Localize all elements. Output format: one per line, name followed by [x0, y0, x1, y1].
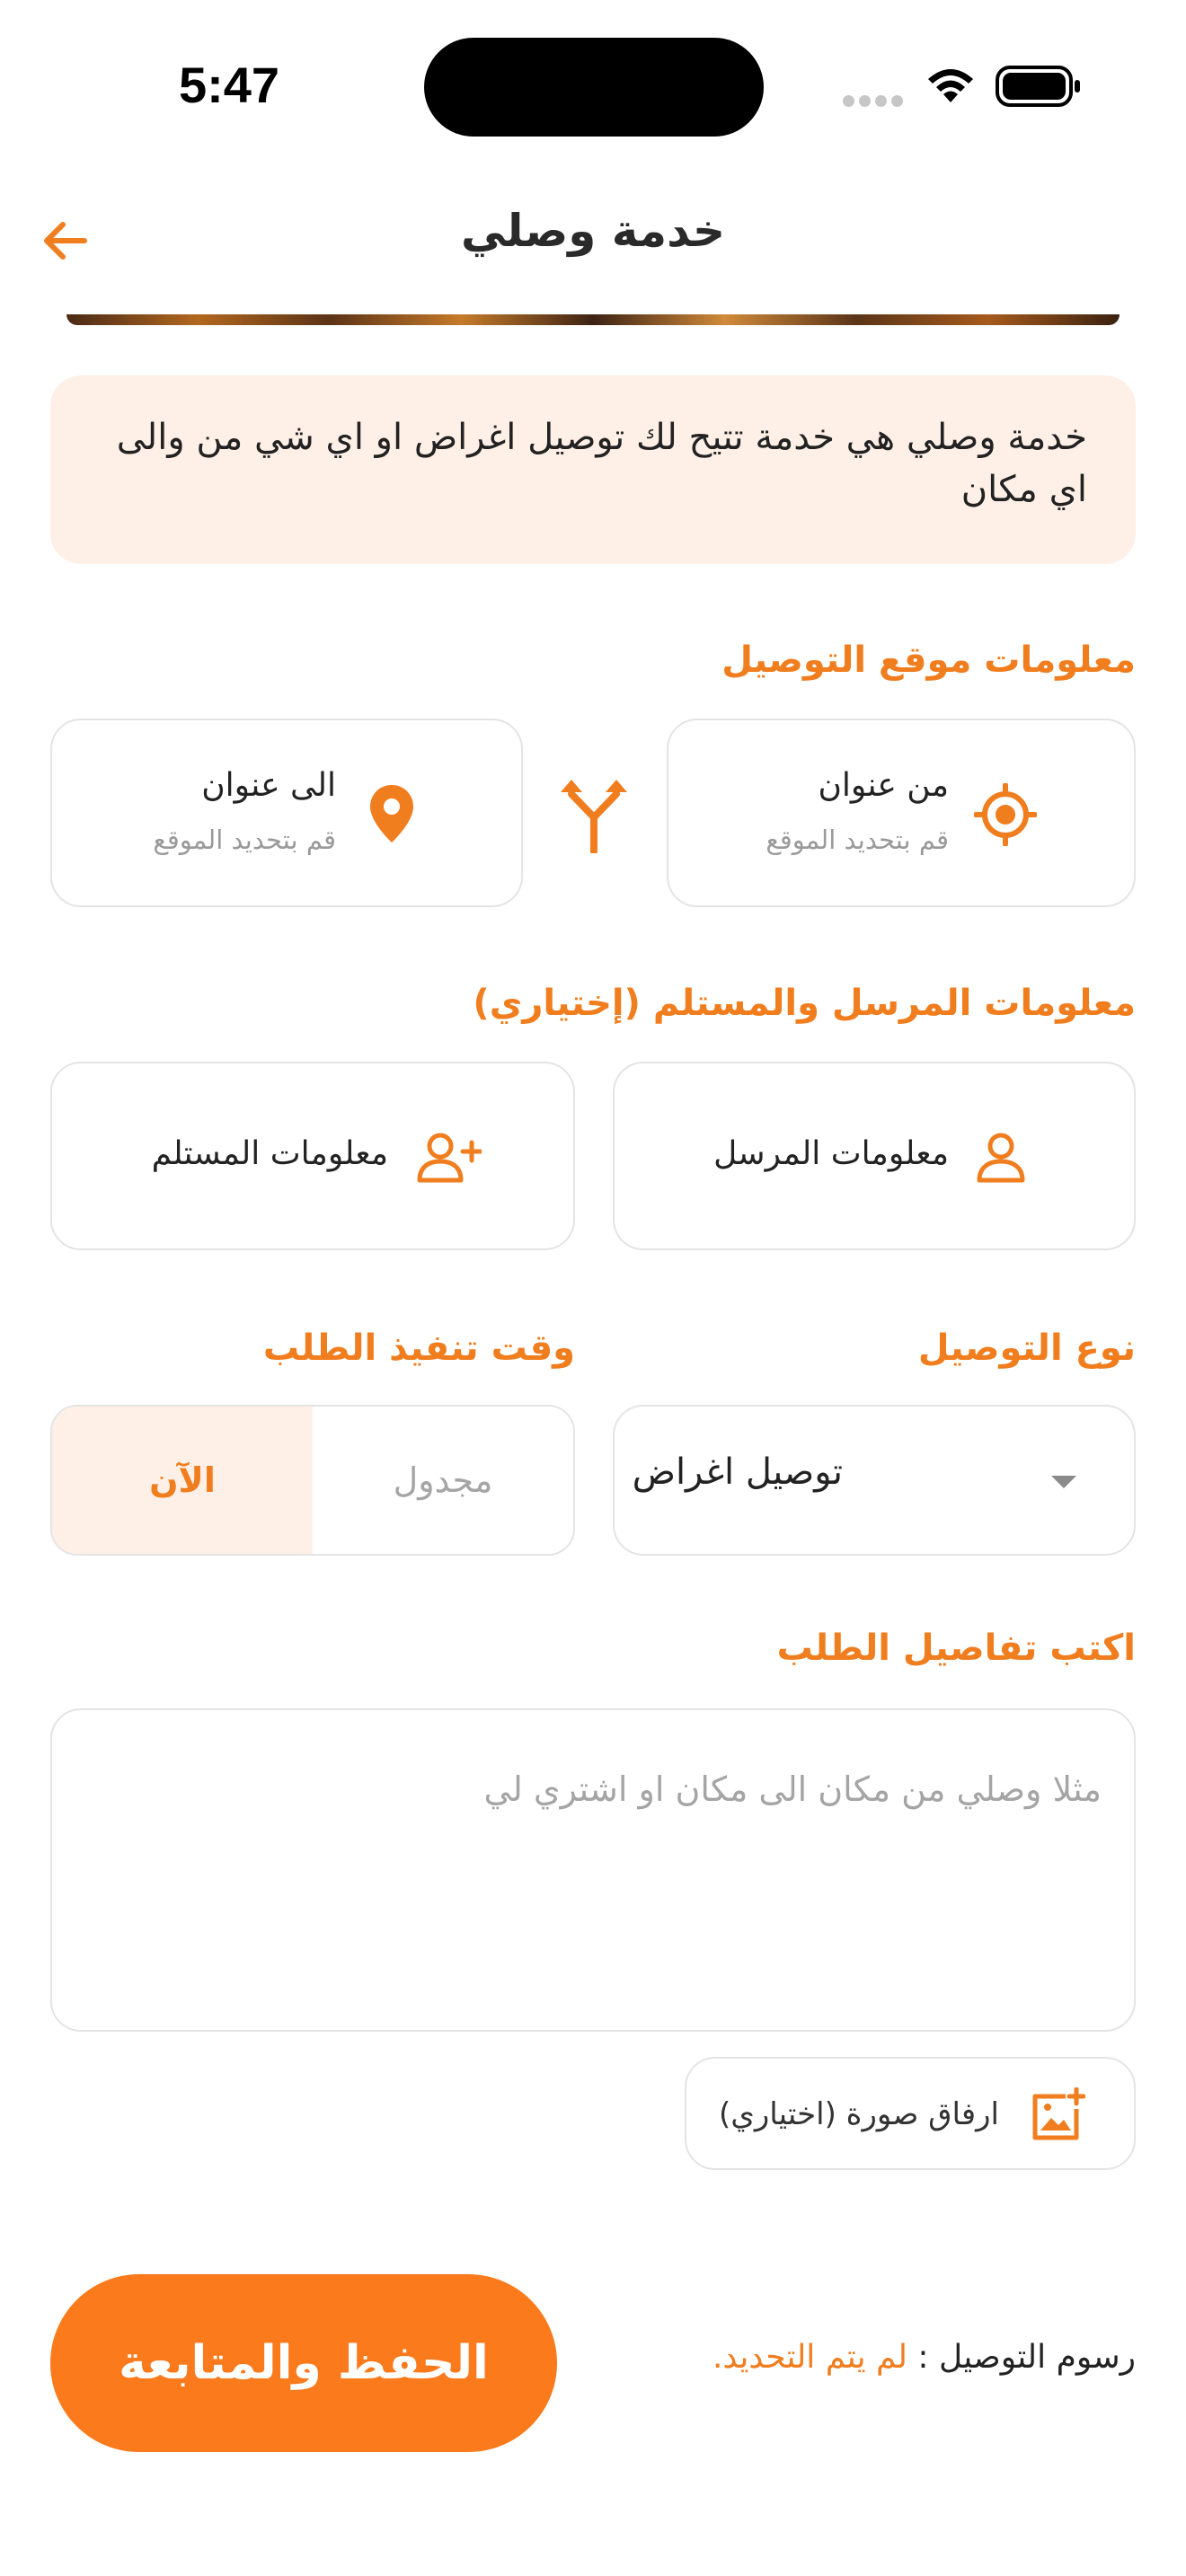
status-time: 5:47 [178, 57, 280, 113]
delivery-type-select[interactable]: توصيل اغراض [613, 1405, 1136, 1556]
user-plus-icon [417, 1133, 482, 1183]
timing-now-option[interactable]: الآن [52, 1407, 313, 1554]
details-label: اكتب تفاصيل الطلب [776, 1628, 1136, 1669]
info-box: خدمة وصلي هي خدمة تتيح لك توصيل اغراض او… [50, 375, 1136, 564]
dynamic-island [424, 38, 764, 137]
sender-info-card[interactable]: معلومات المرسل [613, 1062, 1136, 1250]
cellular-signal-icon [843, 93, 907, 110]
to-address-card[interactable]: الى عنوان قم بتحديد الموقع [50, 719, 523, 907]
sender-info-label: معلومات المرسل [713, 1135, 949, 1172]
battery-icon [996, 66, 1080, 107]
attach-image-button[interactable]: ارفاق صورة (اختياري) [685, 2057, 1136, 2170]
target-icon [974, 783, 1037, 846]
location-section-title: معلومات موقع التوصيل [721, 640, 1136, 681]
delivery-type-value: توصيل اغراض [632, 1451, 843, 1493]
swap-route-icon[interactable] [557, 772, 631, 853]
delivery-fee-label: رسوم التوصيل : [917, 2339, 1136, 2376]
wifi-icon [928, 69, 973, 102]
details-textarea[interactable]: مثلا وصلي من مكان الى مكان او اشتري لي [50, 1708, 1136, 2032]
from-address-label: من عنوان [818, 767, 949, 804]
delivery-fee: رسوم التوصيل : لم يتم التحديد. [712, 2339, 1136, 2376]
chevron-down-icon [1051, 1476, 1076, 1488]
timing-toggle[interactable]: الآن مجدول [50, 1405, 575, 1556]
banner-image [66, 314, 1120, 325]
from-address-card[interactable]: من عنوان قم بتحديد الموقع [667, 719, 1136, 907]
details-placeholder: مثلا وصلي من مكان الى مكان او اشتري لي [483, 1769, 1102, 1809]
info-text: خدمة وصلي هي خدمة تتيح لك توصيل اغراض او… [116, 417, 1087, 510]
timing-label: وقت تنفيذ الطلب [262, 1328, 575, 1369]
attach-image-label: ارفاق صورة (اختياري) [718, 2096, 999, 2132]
to-address-label: الى عنوان [201, 767, 336, 804]
to-address-hint: قم بتحديد الموقع [153, 825, 336, 855]
back-arrow-icon[interactable] [38, 214, 92, 268]
timing-scheduled-option[interactable]: مجدول [313, 1407, 573, 1554]
receiver-info-card[interactable]: معلومات المستلم [50, 1062, 575, 1250]
delivery-fee-value: لم يتم التحديد. [712, 2339, 907, 2376]
people-section-title: معلومات المرسل والمستلم (إختياري) [473, 983, 1136, 1024]
page-title: خدمة وصلي [461, 205, 725, 257]
user-icon [977, 1133, 1025, 1183]
delivery-type-label: نوع التوصيل [917, 1328, 1136, 1369]
save-continue-button[interactable]: الحفظ والمتابعة [50, 2274, 557, 2452]
receiver-info-label: معلومات المستلم [151, 1135, 388, 1172]
image-add-icon [1032, 2087, 1085, 2140]
from-address-hint: قم بتحديد الموقع [766, 825, 949, 855]
map-pin-icon [370, 785, 413, 842]
